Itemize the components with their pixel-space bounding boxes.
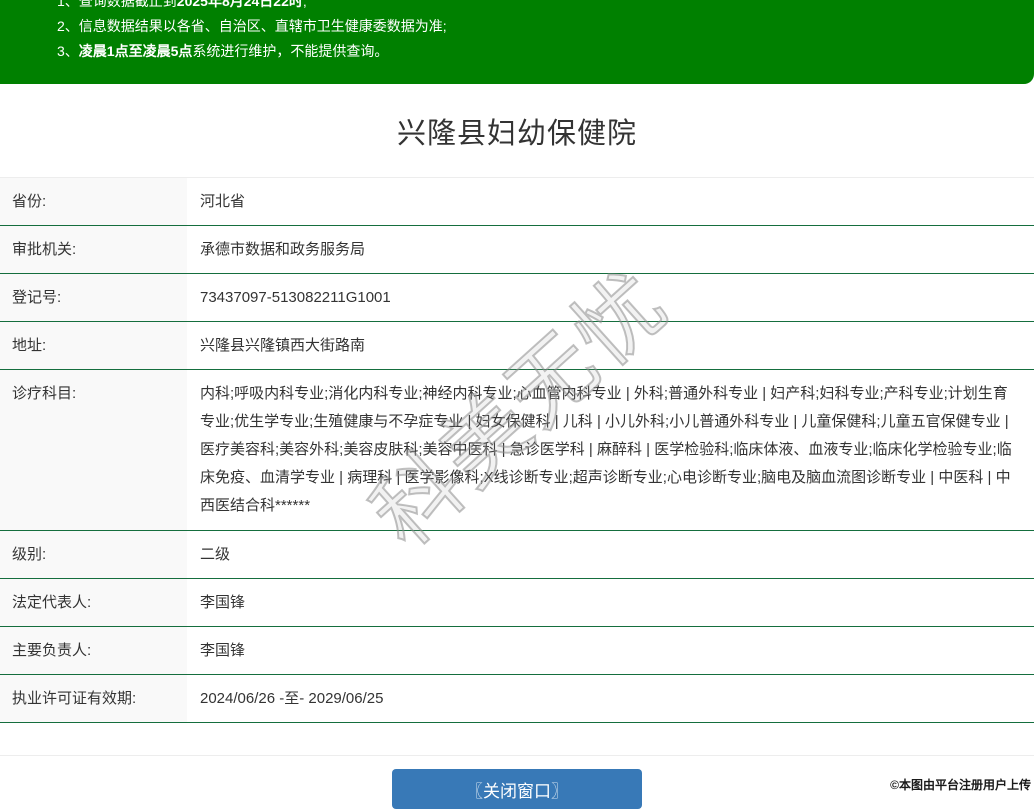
row-value: 李国锋 xyxy=(187,627,1034,674)
row-value: 李国锋 xyxy=(187,579,1034,626)
table-row-province: 省份: 河北省 xyxy=(0,178,1034,226)
row-value: 73437097-513082211G1001 xyxy=(187,274,1034,321)
row-label: 审批机关: xyxy=(0,226,187,273)
row-value: 承德市数据和政务服务局 xyxy=(187,226,1034,273)
institution-info-table: 省份: 河北省 审批机关: 承德市数据和政务服务局 登记号: 73437097-… xyxy=(0,177,1034,723)
row-label: 省份: xyxy=(0,178,187,225)
row-label: 级别: xyxy=(0,531,187,578)
footer-bar: 〖关闭窗口〗 xyxy=(0,755,1034,809)
close-window-button[interactable]: 〖关闭窗口〗 xyxy=(392,769,642,809)
table-row-main-person-in-charge: 主要负责人: 李国锋 xyxy=(0,627,1034,675)
table-row-registration-number: 登记号: 73437097-513082211G1001 xyxy=(0,274,1034,322)
row-label: 执业许可证有效期: xyxy=(0,675,187,722)
table-row-level: 级别: 二级 xyxy=(0,531,1034,579)
page-title: 兴隆县妇幼保健院 xyxy=(0,110,1034,152)
copyright-watermark-text: ©本图由平台注册用户上传 xyxy=(890,776,1031,793)
table-row-approval-authority: 审批机关: 承德市数据和政务服务局 xyxy=(0,226,1034,274)
notice-line: 2、信息数据结果以各省、自治区、直辖市卫生健康委数据为准; xyxy=(57,14,1014,39)
table-row-license-validity: 执业许可证有效期: 2024/06/26 -至- 2029/06/25 xyxy=(0,675,1034,723)
row-label: 诊疗科目: xyxy=(0,370,187,530)
row-value: 河北省 xyxy=(187,178,1034,225)
notice-line: 1、查询数据截止到2025年8月24日22时; xyxy=(57,0,1014,14)
row-value: 内科;呼吸内科专业;消化内科专业;神经内科专业;心血管内科专业 | 外科;普通外… xyxy=(187,370,1034,530)
row-value: 二级 xyxy=(187,531,1034,578)
row-value: 2024/06/26 -至- 2029/06/25 xyxy=(187,675,1034,722)
table-row-medical-subjects: 诊疗科目: 内科;呼吸内科专业;消化内科专业;神经内科专业;心血管内科专业 | … xyxy=(0,370,1034,531)
notice-line: 3、凌晨1点至凌晨5点系统进行维护，不能提供查询。 xyxy=(57,39,1014,64)
row-label: 法定代表人: xyxy=(0,579,187,626)
title-area: 兴隆县妇幼保健院 xyxy=(0,84,1034,177)
table-row-legal-representative: 法定代表人: 李国锋 xyxy=(0,579,1034,627)
row-label: 登记号: xyxy=(0,274,187,321)
row-label: 主要负责人: xyxy=(0,627,187,674)
table-row-address: 地址: 兴隆县兴隆镇西大街路南 xyxy=(0,322,1034,370)
notice-bar: 1、查询数据截止到2025年8月24日22时; 2、信息数据结果以各省、自治区、… xyxy=(0,0,1034,84)
row-label: 地址: xyxy=(0,322,187,369)
notice-list: 1、查询数据截止到2025年8月24日22时; 2、信息数据结果以各省、自治区、… xyxy=(0,0,1034,64)
row-value: 兴隆县兴隆镇西大街路南 xyxy=(187,322,1034,369)
